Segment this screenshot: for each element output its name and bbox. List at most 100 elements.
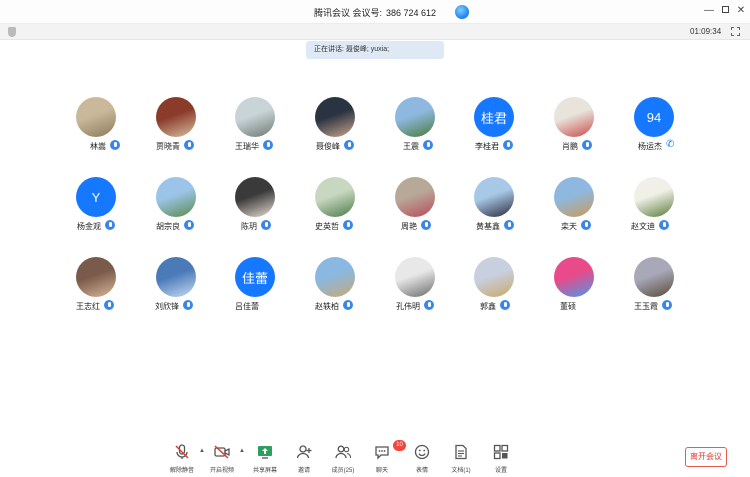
unmute-button[interactable]: 解除静音 (165, 444, 199, 474)
participant-tile[interactable]: 王玉霞 (618, 257, 688, 323)
mic-icon (104, 300, 114, 310)
avatar (554, 177, 594, 217)
mic-icon (344, 140, 354, 150)
mic-icon (582, 140, 592, 150)
close-button[interactable]: ✕ (735, 5, 747, 17)
mic-icon (263, 140, 273, 150)
minimize-button[interactable]: — (703, 5, 715, 17)
meeting-id: 386 724 612 (385, 8, 437, 18)
avatar (235, 177, 275, 217)
share-label: 共享屏幕 (252, 468, 277, 474)
documents-button[interactable]: 文档(1) (444, 444, 478, 474)
avatar (395, 97, 435, 137)
apps-button[interactable]: 设置 (484, 444, 518, 474)
participant-tile[interactable]: 周艳 (379, 177, 449, 243)
participant-tile[interactable]: 栾天 (538, 177, 608, 243)
emoji-icon (414, 444, 430, 460)
avatar: 桂君 (474, 97, 514, 137)
participant-tile[interactable]: 郭鑫 (458, 257, 528, 323)
participant-tile[interactable]: 94 杨运杰 ✆ (618, 97, 688, 163)
mic-icon (424, 300, 434, 310)
mic-icon (184, 220, 194, 230)
participant-tile[interactable]: 胡宗良 (140, 177, 210, 243)
apps-label: 设置 (494, 468, 507, 474)
video-options-caret[interactable]: ▲ (239, 448, 245, 454)
avatar (156, 257, 196, 297)
participant-tile[interactable]: 刘欣锋 (140, 257, 210, 323)
mic-icon (662, 300, 672, 310)
participant-name: 吕佳蕾 (235, 302, 259, 311)
members-button[interactable]: 成员(25) (326, 444, 360, 474)
leave-meeting-button[interactable]: 离开会议 (685, 447, 727, 467)
participant-tile[interactable]: 赵文迪 (618, 177, 688, 243)
window-title: 腾讯会议 会议号: 386 724 612 (0, 6, 750, 19)
video-off-icon (214, 444, 230, 460)
participant-tile[interactable]: 赵轶柏 (299, 257, 369, 323)
participant-tile[interactable]: 肖鹏 (538, 97, 608, 163)
participant-tile[interactable]: 林嵩 (60, 97, 130, 163)
participant-tile[interactable]: Y 杨金观 (60, 177, 130, 243)
participant-name: 董硕 (560, 302, 576, 311)
avatar (156, 177, 196, 217)
mic-icon (503, 140, 513, 150)
share-screen-button[interactable]: 共享屏幕 (248, 444, 282, 474)
members-icon (335, 444, 352, 460)
avatar (315, 97, 355, 137)
avatar: 94 (634, 97, 674, 137)
participant-tile[interactable]: 王震 (379, 97, 449, 163)
app-name: 腾讯会议 (313, 8, 350, 18)
mic-icon (261, 220, 271, 230)
emoji-button[interactable]: 表情 (405, 444, 439, 474)
participant-tile[interactable]: 史英哲 (299, 177, 369, 243)
invite-button[interactable]: 邀请 (287, 444, 321, 474)
mic-icon (183, 300, 193, 310)
participant-tile[interactable]: 董硕 (538, 257, 608, 323)
participant-tile[interactable]: 黄基鑫 (458, 177, 528, 243)
add-person-icon (296, 444, 312, 460)
avatar (315, 177, 355, 217)
participant-tile[interactable]: 陈玥 (219, 177, 289, 243)
mic-icon (421, 220, 431, 230)
participant-tile[interactable]: 佳蕾 吕佳蕾 (219, 257, 289, 323)
meeting-id-label: 会议号: (352, 8, 382, 18)
mic-icon (581, 220, 591, 230)
meeting-info-icon[interactable] (455, 5, 469, 19)
avatar: Y (76, 177, 116, 217)
documents-label: 文档(1) (451, 468, 471, 474)
participant-tile[interactable]: 聂俊峰 (299, 97, 369, 163)
shield-icon[interactable] (8, 27, 16, 37)
avatar (554, 257, 594, 297)
speaking-indicator: 正在讲话: 聂俊峰; yuxia; (306, 41, 444, 59)
video-label: 开启视频 (209, 468, 234, 474)
mic-icon (500, 300, 510, 310)
mic-icon (343, 220, 353, 230)
mic-icon (659, 220, 669, 230)
mic-icon (184, 140, 194, 150)
fullscreen-icon[interactable] (731, 27, 740, 36)
chat-icon: 10 (374, 440, 406, 460)
members-label: 成员(25) (331, 468, 355, 474)
avatar (235, 97, 275, 137)
participant-tile[interactable]: 桂君 李桂君 (458, 97, 528, 163)
mic-muted-icon (174, 444, 190, 460)
chat-button[interactable]: 10 聊天 (365, 440, 406, 474)
avatar (395, 257, 435, 297)
unmute-label: 解除静音 (169, 468, 194, 474)
invite-label: 邀请 (297, 468, 310, 474)
document-icon (453, 444, 469, 460)
video-button[interactable]: 开启视频 (205, 444, 239, 474)
participant-tile[interactable]: 贾晓青 (140, 97, 210, 163)
maximize-button[interactable] (719, 5, 731, 17)
avatar (634, 257, 674, 297)
avatar (474, 257, 514, 297)
bottom-toolbar: 解除静音 ▲ 开启视频 ▲ 共享屏幕 邀请 成员(25) 10 聊天 表情 文档… (0, 438, 750, 477)
participant-tile[interactable]: 孔伟明 (379, 257, 449, 323)
avatar (554, 97, 594, 137)
mic-icon (504, 220, 514, 230)
participant-tile[interactable]: 王瑞华 (219, 97, 289, 163)
avatar: 佳蕾 (235, 257, 275, 297)
mic-icon (343, 300, 353, 310)
mic-icon (105, 220, 115, 230)
mic-icon (423, 140, 433, 150)
participant-tile[interactable]: 王志红 (60, 257, 130, 323)
